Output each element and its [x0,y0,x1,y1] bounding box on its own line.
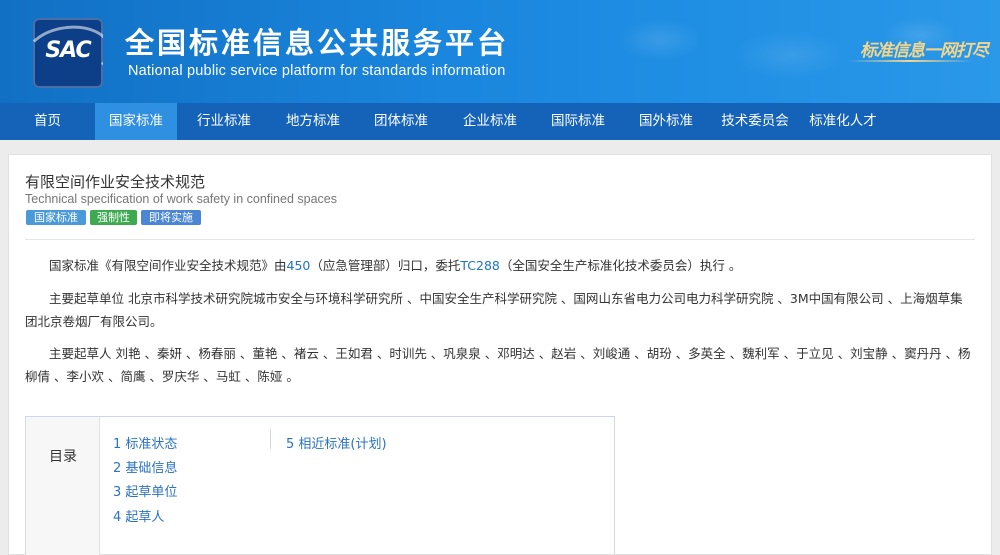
toc-item-basic-info[interactable]: 2 基础信息 [113,457,177,476]
dept-name: （应急管理部）归口，委托 [310,258,461,273]
nav-enterprise-standards[interactable]: 企业标准 [449,103,531,140]
standard-detail-card: 有限空间作业安全技术规范 Technical specification of … [8,154,992,555]
site-header: SAC 全国标准信息公共服务平台 National public service… [0,0,1000,103]
toc-item-drafting-units[interactable]: 3 起草单位 [113,481,177,500]
tc-name: （全国安全生产标准化技术委员会）执行 。 [499,258,742,273]
toc-column-separator [270,429,271,449]
nav-local-standards[interactable]: 地方标准 [272,103,354,140]
badge-mandatory: 强制性 [90,210,137,225]
toc-label-column: 目录 [26,417,100,555]
drafting-units-label: 主要起草单位 [49,291,125,306]
nav-standardization-talent[interactable]: 标准化人才 [802,103,884,140]
section-divider [25,239,975,240]
intro-paragraph: 国家标准《有限空间作业安全技术规范》由450（应急管理部）归口，委托TC288（… [25,254,975,277]
drafters-text: 刘艳 、秦妍 、杨春丽 、董艳 、褚云 、王如君 、时训先 、巩泉泉 、邓明达 … [25,346,971,384]
toc-item-status[interactable]: 1 标准状态 [113,433,177,452]
nav-group-standards[interactable]: 团体标准 [360,103,442,140]
nav-home[interactable]: 首页 [0,103,95,140]
nav-foreign-standards[interactable]: 国外标准 [625,103,707,140]
main-nav: 首页 国家标准 行业标准 地方标准 团体标准 企业标准 国际标准 国外标准 技术… [0,103,1000,140]
drafters-label: 主要起草人 [49,346,112,361]
dept-code-link[interactable]: 450 [287,258,311,273]
logo-text: SAC [45,38,91,63]
drafters-paragraph: 主要起草人 刘艳 、秦妍 、杨春丽 、董艳 、褚云 、王如君 、时训先 、巩泉泉… [25,342,975,388]
sac-logo[interactable]: SAC [33,18,103,88]
nav-technical-committees[interactable]: 技术委员会 [712,103,798,140]
toc-label: 目录 [49,449,77,465]
site-title: 全国标准信息公共服务平台 [125,26,510,60]
badge-national-standard: 国家标准 [26,210,86,225]
standard-title-english: Technical specification of work safety i… [25,192,337,206]
intro-prefix: 国家标准《有限空间作业安全技术规范》由 [49,258,287,273]
slogan-underline [848,60,973,62]
toc-item-drafters[interactable]: 4 起草人 [113,506,164,525]
nav-industry-standards[interactable]: 行业标准 [183,103,265,140]
drafting-units-text: 北京市科学技术研究院城市安全与环境科学研究所 、中国安全生产科学研究院 、国网山… [25,291,963,329]
slogan: 标准信息一网打尽 [860,41,989,61]
badge-upcoming: 即将实施 [141,210,201,225]
table-of-contents: 目录 1 标准状态 2 基础信息 3 起草单位 4 起草人 5 相近标准(计划) [25,416,615,555]
site-subtitle: National public service platform for sta… [128,63,506,79]
drafting-units-paragraph: 主要起草单位 北京市科学技术研究院城市安全与环境科学研究所 、中国安全生产科学研… [25,287,975,333]
nav-international-standards[interactable]: 国际标准 [537,103,619,140]
toc-item-similar-standards[interactable]: 5 相近标准(计划) [286,433,387,452]
standard-title: 有限空间作业安全技术规范 [25,173,206,191]
tc-code-link[interactable]: TC288 [460,258,500,273]
nav-national-standards[interactable]: 国家标准 [95,103,177,140]
